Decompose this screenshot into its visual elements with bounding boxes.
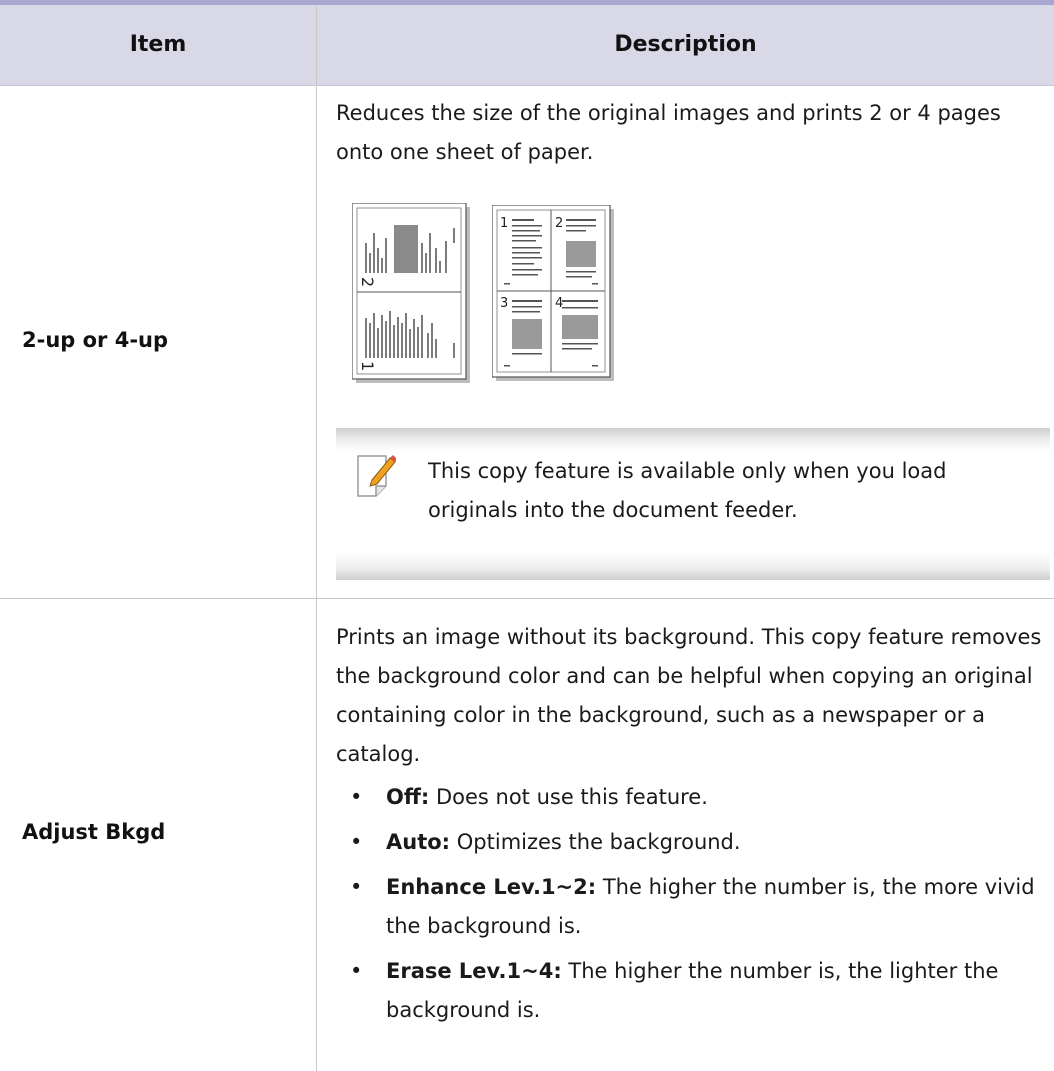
adjust-bkgd-options-list: • Off: Does not use this feature. • Auto: … (336, 778, 1050, 1036)
two-up-label-1: 1 (358, 361, 377, 371)
four-up-label-1: 1 (500, 216, 508, 231)
list-item: • Erase Lev.1~4: The higher the number is… (350, 959, 999, 1022)
column-divider (316, 5, 317, 1071)
two-up-page-illustration: 2 1 (352, 203, 470, 383)
note-box: This copy feature is available only when… (336, 428, 1050, 580)
description-text: Prints an image without its background. … (336, 625, 1042, 766)
description-text: Reduces the size of the original images … (336, 101, 1001, 164)
list-item: • Off: Does not use this feature. (350, 785, 708, 809)
note-text: This copy feature is available only when… (428, 459, 947, 522)
row-description-adjust-bkgd: Prints an image without its background. … (336, 618, 1050, 774)
list-item: • Enhance Lev.1~2: The higher the number … (350, 875, 1035, 938)
four-up-label-4: 4 (555, 296, 563, 311)
row-description-2up-4up: Reduces the size of the original images … (336, 94, 1050, 172)
row-divider (0, 598, 1054, 599)
four-up-label-2: 2 (555, 216, 563, 231)
row-item-2up-4up: 2-up or 4-up (22, 328, 169, 352)
list-item: • Auto: Optimizes the background. (350, 830, 741, 854)
note-pencil-icon (357, 455, 396, 497)
table-header-row: Item Description (0, 5, 1054, 86)
header-description: Description (614, 32, 757, 57)
row-item-adjust-bkgd: Adjust Bkgd (22, 820, 166, 844)
header-item: Item (129, 32, 187, 57)
four-up-page-illustration: 1 2 3 4 (492, 205, 614, 381)
four-up-label-3: 3 (500, 296, 508, 311)
two-up-label-2: 2 (358, 277, 377, 287)
